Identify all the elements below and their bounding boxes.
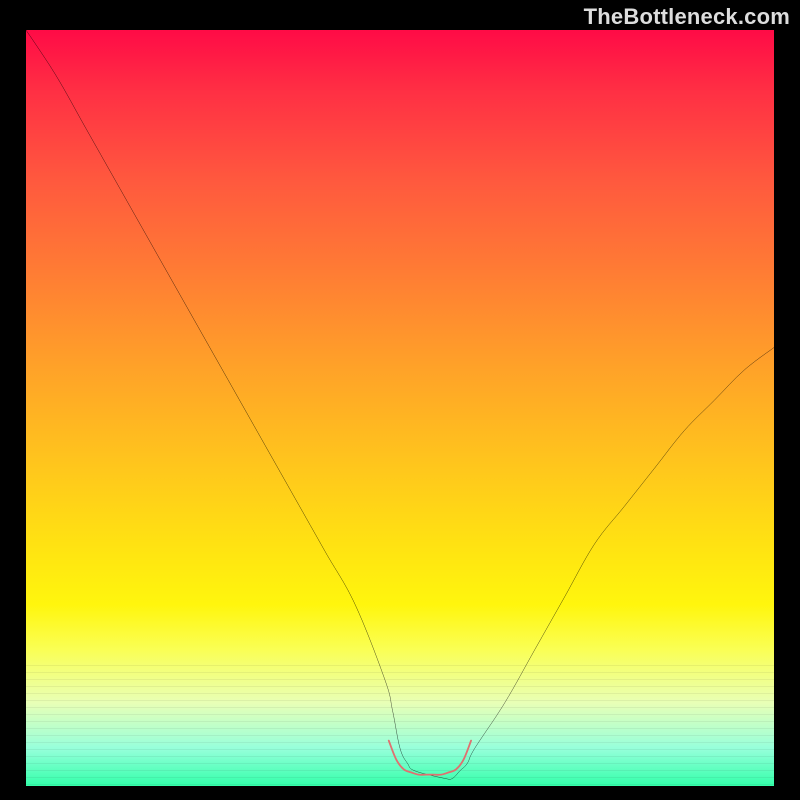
- watermark-text: TheBottleneck.com: [584, 4, 790, 30]
- optimal-region-marker: [389, 741, 471, 775]
- bottleneck-curve: [26, 30, 774, 779]
- chart-plot-area: [26, 30, 774, 786]
- chart-svg: [26, 30, 774, 786]
- chart-frame: TheBottleneck.com: [0, 0, 800, 800]
